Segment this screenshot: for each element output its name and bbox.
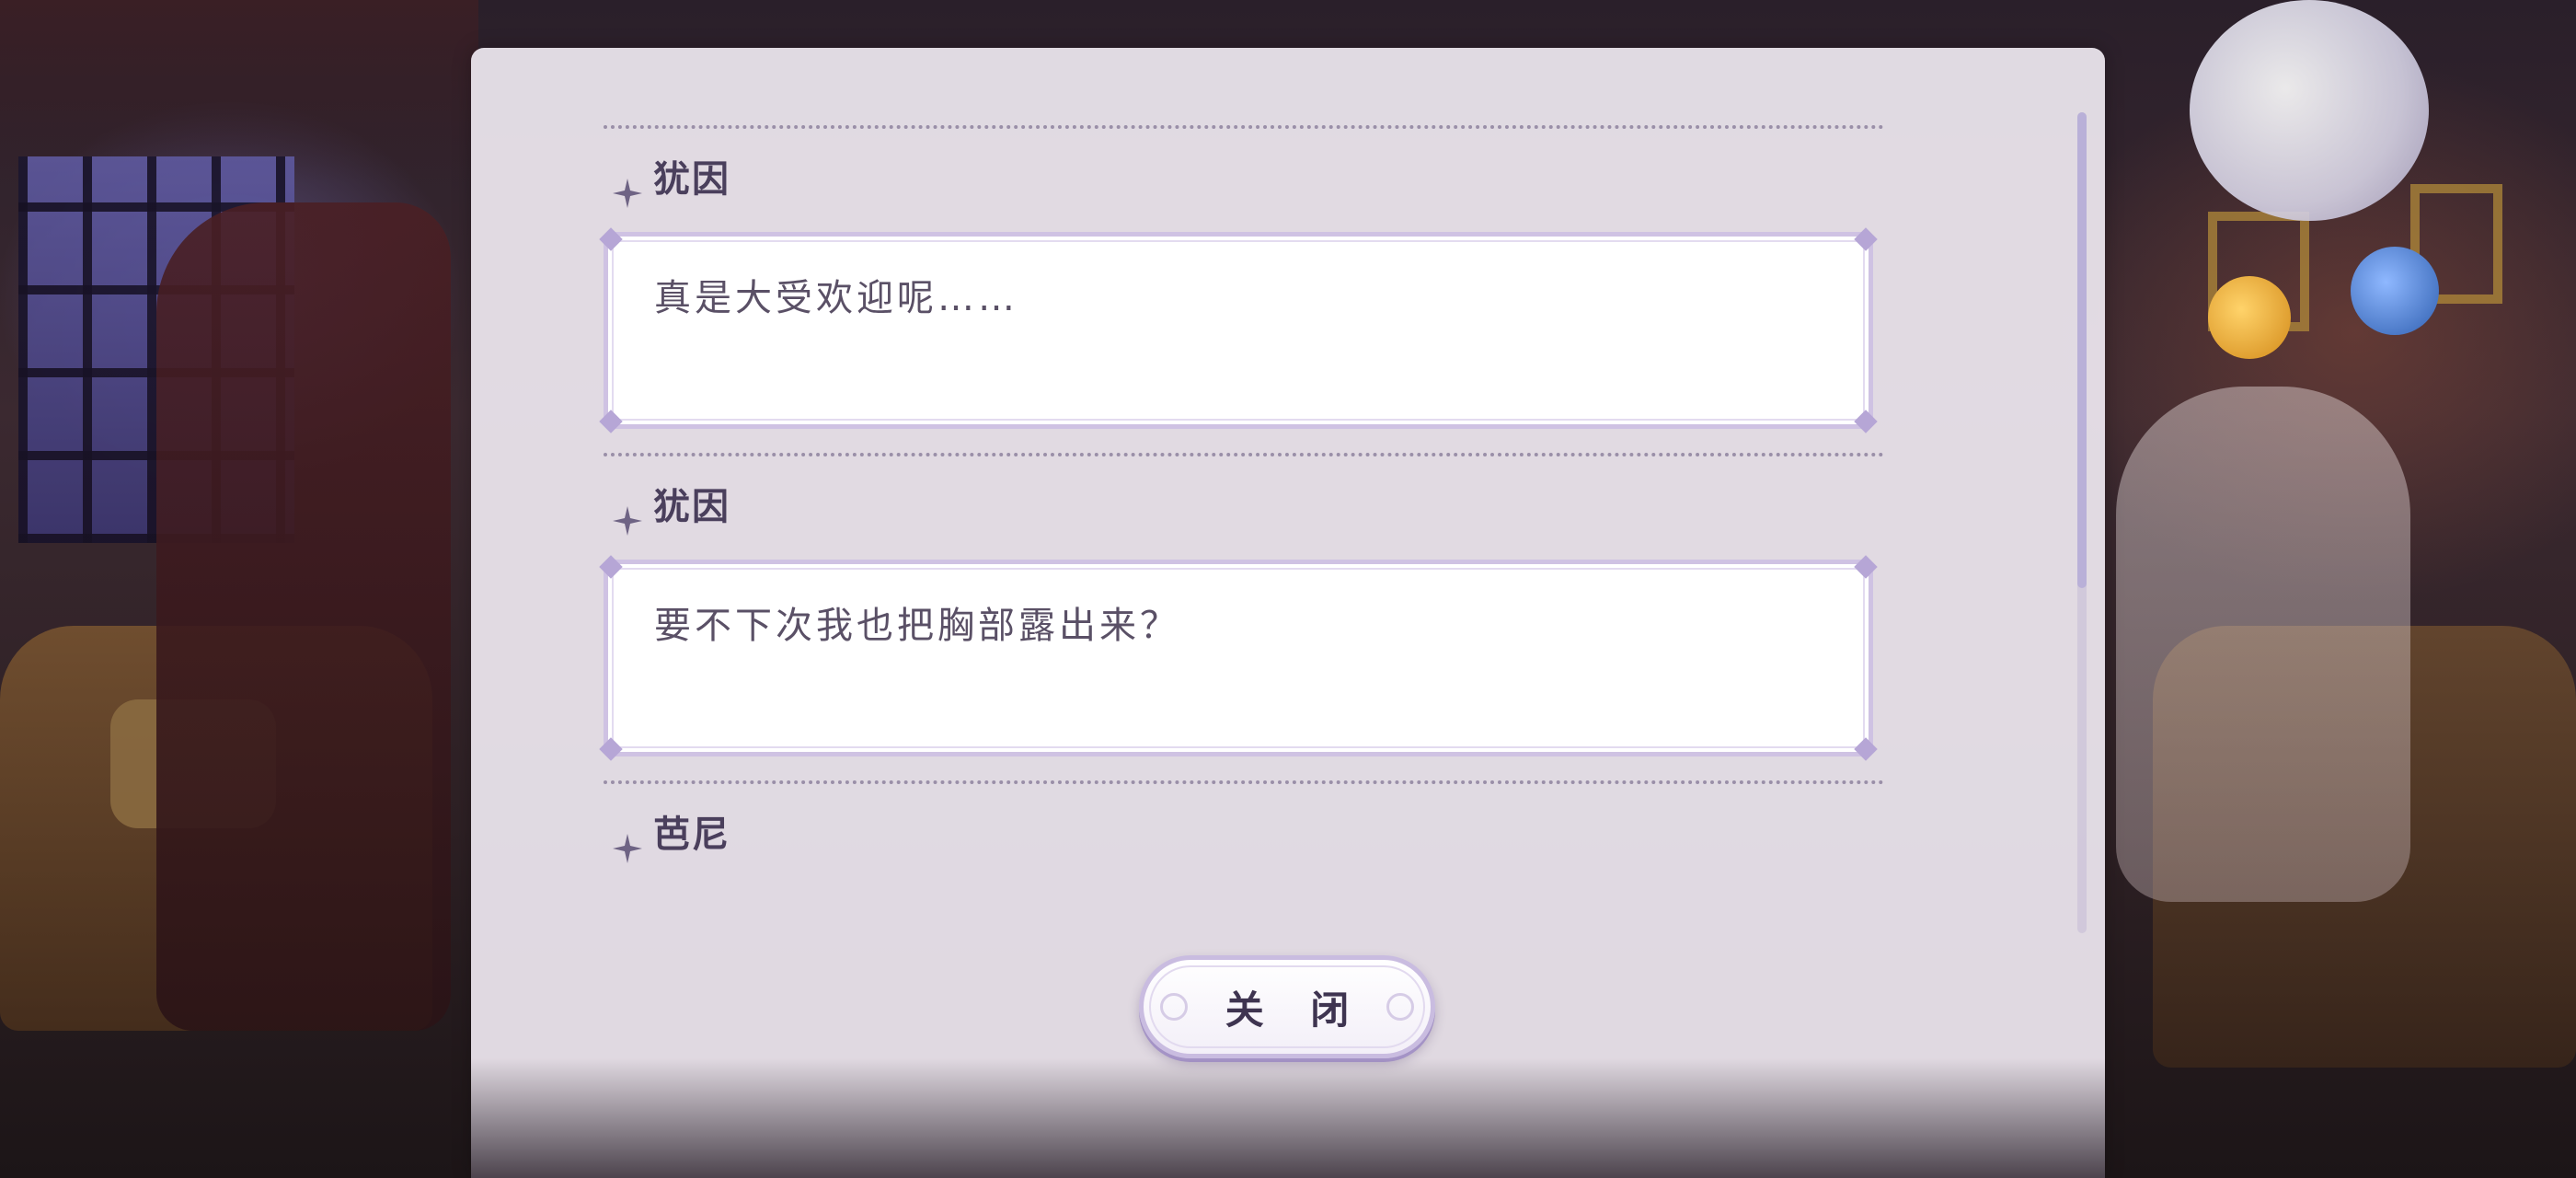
close-button-label: 关 闭 [1225, 987, 1366, 1033]
background-balloon [2190, 0, 2429, 221]
dialogue-log-list[interactable]: 犹因 真是大受欢迎呢…… 犹因 要不下次我也把胸部露出来？ 芭尼 [599, 125, 1884, 887]
background-character-left [156, 202, 451, 1031]
four-point-star-icon [613, 506, 642, 536]
four-point-star-icon [613, 179, 642, 208]
scrollbar-thumb[interactable] [2077, 112, 2087, 588]
dialogue-entry: 犹因 要不下次我也把胸部露出来？ [599, 456, 1884, 761]
dialogue-text-box: 要不下次我也把胸部露出来？ [599, 555, 1878, 761]
speaker-row: 芭尼 [604, 784, 1884, 887]
scrollbar-track[interactable] [2077, 112, 2087, 933]
speaker-row: 犹因 [604, 129, 1884, 232]
dialogue-text: 真是大受欢迎呢…… [654, 277, 1018, 319]
dialogue-text: 要不下次我也把胸部露出来？ [654, 605, 1180, 647]
dialogue-log-panel: 犹因 真是大受欢迎呢…… 犹因 要不下次我也把胸部露出来？ 芭尼 关 闭 [471, 48, 2105, 1178]
dialogue-entry: 犹因 真是大受欢迎呢…… [599, 129, 1884, 433]
close-button[interactable]: 关 闭 [1139, 955, 1435, 1058]
ornament-icon [1160, 993, 1188, 1021]
background-character-right [2116, 387, 2410, 902]
dialogue-entry: 芭尼 [604, 784, 1884, 887]
four-point-star-icon [613, 834, 642, 863]
panel-bottom-fade [471, 1058, 2105, 1178]
speaker-name: 芭尼 [653, 814, 730, 856]
speaker-row: 犹因 [604, 456, 1884, 560]
speaker-name: 犹因 [653, 486, 730, 528]
background-star-ball-blue [2351, 247, 2439, 335]
ornament-icon [1386, 993, 1414, 1021]
dialogue-text-box: 真是大受欢迎呢…… [599, 227, 1878, 433]
background-star-ball-orange [2208, 276, 2291, 359]
speaker-name: 犹因 [653, 158, 730, 201]
